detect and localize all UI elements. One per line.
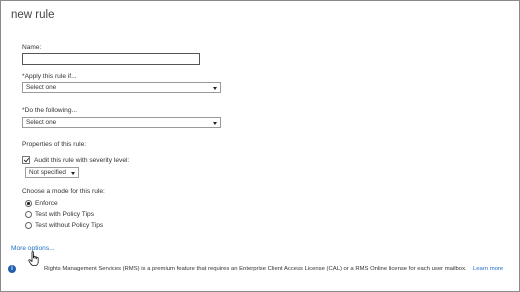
apply-rule-label: *Apply this rule if... bbox=[22, 73, 77, 80]
radio-test-with-tips[interactable] bbox=[25, 211, 32, 218]
name-label: Name: bbox=[22, 44, 42, 51]
name-input[interactable] bbox=[22, 53, 200, 65]
do-following-select[interactable]: Select one bbox=[22, 117, 221, 128]
dialog-frame: new rule Name: *Apply this rule if... Se… bbox=[0, 0, 520, 292]
do-following-label: *Do the following... bbox=[22, 107, 77, 114]
audit-label: Audit this rule with severity level: bbox=[34, 157, 130, 164]
chevron-down-icon bbox=[71, 172, 75, 175]
mode-label: Choose a mode for this rule: bbox=[22, 188, 105, 195]
chevron-down-icon bbox=[213, 87, 217, 90]
apply-rule-select[interactable]: Select one bbox=[22, 82, 221, 93]
audit-checkbox[interactable] bbox=[22, 156, 30, 164]
properties-label: Properties of this rule: bbox=[22, 141, 87, 148]
hand-cursor-icon bbox=[28, 251, 39, 266]
learn-more-link[interactable]: Learn more bbox=[473, 266, 503, 272]
apply-rule-select-value: Select one bbox=[26, 84, 57, 91]
do-following-select-value: Select one bbox=[26, 119, 57, 126]
dialog-title: new rule bbox=[11, 9, 55, 21]
severity-select[interactable]: Not specified bbox=[25, 167, 79, 178]
mode-option-test-with-tips: Test with Policy Tips bbox=[35, 211, 94, 218]
radio-test-without-tips[interactable] bbox=[25, 222, 32, 229]
info-icon: i bbox=[8, 265, 16, 273]
mode-option-test-without-tips: Test without Policy Tips bbox=[35, 222, 104, 229]
info-text: Rights Management Services (RMS) is a pr… bbox=[44, 266, 467, 272]
chevron-down-icon bbox=[213, 122, 217, 125]
radio-enforce[interactable] bbox=[25, 200, 32, 207]
mode-option-enforce: Enforce bbox=[35, 200, 58, 207]
severity-select-value: Not specified bbox=[29, 169, 66, 176]
